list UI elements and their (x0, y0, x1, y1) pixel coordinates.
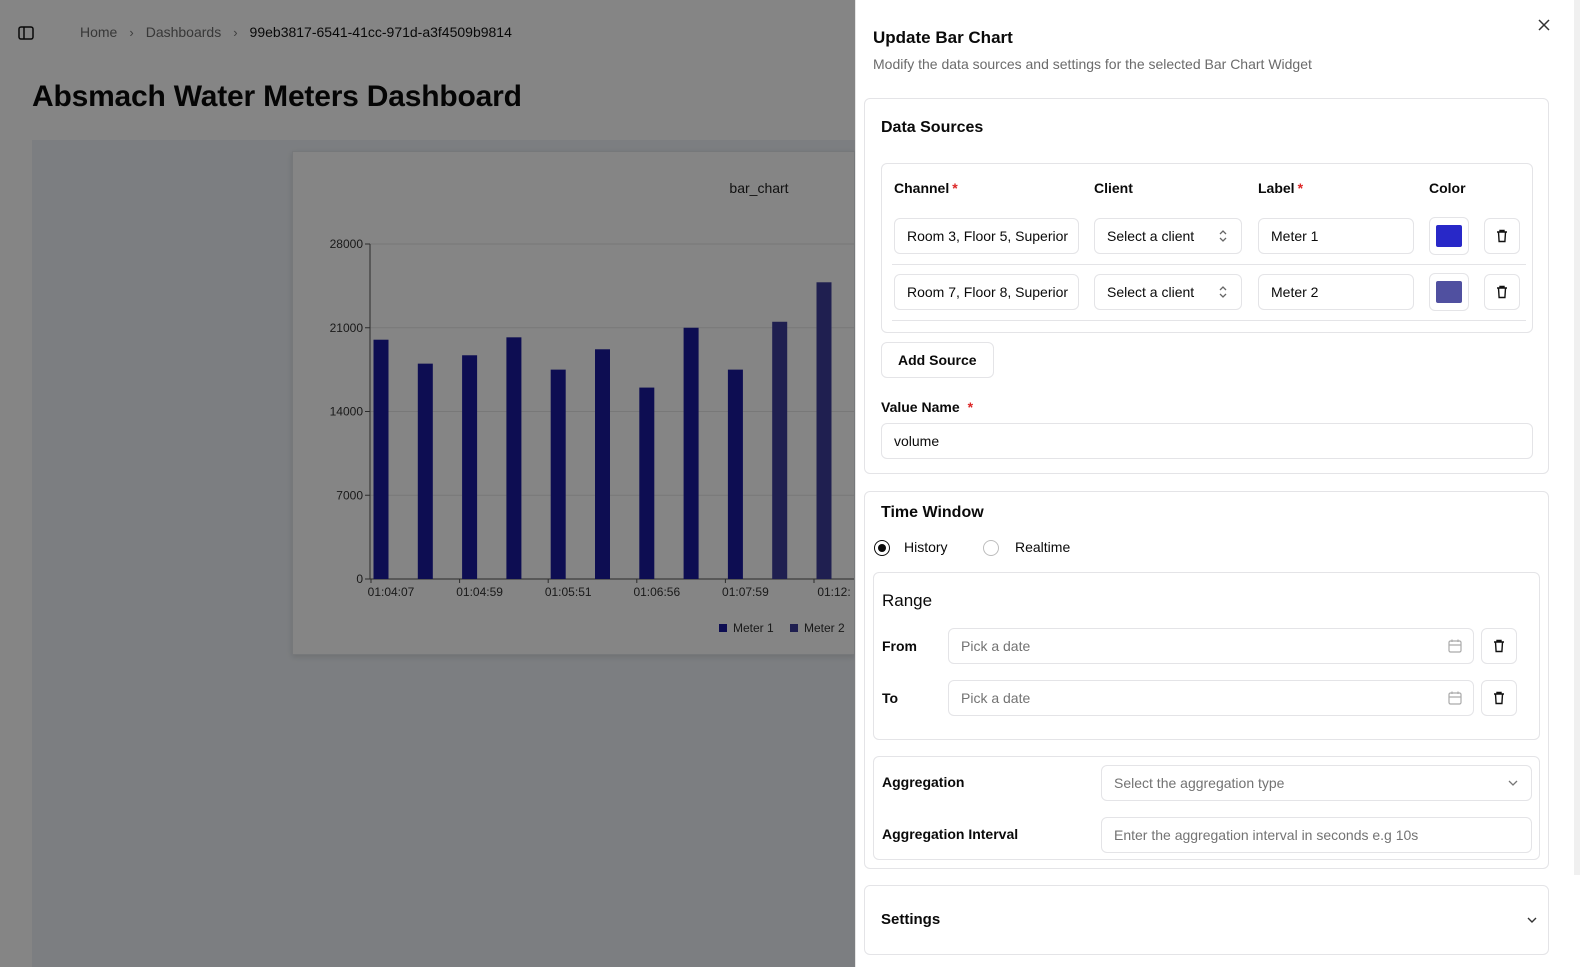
color-header: Color (1429, 180, 1466, 196)
label-header: Label * (1258, 180, 1304, 196)
aggregation-select[interactable]: Select the aggregation type (1101, 765, 1532, 801)
label-input[interactable]: Meter 1 (1258, 218, 1414, 254)
value-name-input[interactable]: volume (881, 423, 1533, 459)
channel-select[interactable]: Room 7, Floor 8, Superior (894, 274, 1079, 310)
history-radio[interactable] (874, 540, 890, 556)
trash-icon (1494, 639, 1504, 653)
data-sources-table: Channel * Client Label * Color Room 3, Flo… (881, 163, 1533, 333)
delete-source-button[interactable] (1484, 218, 1520, 254)
history-label[interactable]: History (904, 539, 948, 555)
clear-to-date-button[interactable] (1481, 680, 1517, 716)
time-window-title: Time Window (881, 504, 984, 521)
row-divider (892, 320, 1526, 321)
chevron-up-down-icon (1219, 286, 1227, 298)
chevron-down-icon (1527, 917, 1537, 923)
update-chart-sheet: Update Bar Chart Modify the data sources… (855, 0, 1583, 967)
channel-select[interactable]: Room 3, Floor 5, Superior (894, 218, 1079, 254)
chevron-down-icon (1508, 780, 1518, 786)
modal-overlay[interactable] (0, 0, 855, 967)
row-divider (892, 264, 1526, 265)
channel-header: Channel * (894, 180, 958, 196)
range-title: Range (882, 591, 933, 610)
trash-icon (1497, 229, 1507, 243)
value-name-label: Value Name * (881, 399, 974, 415)
delete-source-button[interactable] (1484, 274, 1520, 310)
realtime-radio[interactable] (983, 540, 999, 556)
trash-icon (1497, 285, 1507, 299)
aggregation-interval-input[interactable]: Enter the aggregation interval in second… (1101, 817, 1532, 853)
to-label: To (882, 690, 899, 706)
data-sources-title: Data Sources (881, 119, 984, 136)
clear-from-date-button[interactable] (1481, 628, 1517, 664)
aggregation-group: Aggregation Select the aggregation type … (873, 756, 1540, 860)
color-swatch (1436, 225, 1462, 247)
color-picker[interactable] (1429, 273, 1469, 311)
client-header: Client (1094, 180, 1133, 196)
chevron-up-down-icon (1219, 230, 1227, 242)
add-source-button[interactable]: Add Source (881, 342, 994, 378)
close-icon[interactable] (1535, 16, 1553, 34)
color-picker[interactable] (1429, 217, 1469, 255)
calendar-icon (1448, 691, 1462, 705)
color-swatch (1436, 281, 1462, 303)
label-input[interactable]: Meter 2 (1258, 274, 1414, 310)
data-sources-panel: Data Sources Channel * Client Label * Colo… (864, 98, 1549, 474)
from-date-picker[interactable]: Pick a date (948, 628, 1474, 664)
time-window-panel: Time Window History Realtime Range From … (864, 491, 1549, 869)
range-group: Range From Pick a date To Pick a date (873, 572, 1540, 740)
settings-panel[interactable]: Settings (864, 885, 1549, 955)
client-select[interactable]: Select a client (1094, 274, 1242, 310)
settings-title: Settings (881, 911, 941, 928)
realtime-label[interactable]: Realtime (1015, 539, 1070, 555)
sheet-description: Modify the data sources and settings for… (873, 56, 1312, 72)
calendar-icon (1448, 639, 1462, 653)
aggregation-interval-label: Aggregation Interval (882, 826, 1019, 842)
trash-icon (1494, 691, 1504, 705)
client-select[interactable]: Select a client (1094, 218, 1242, 254)
sheet-title: Update Bar Chart (873, 28, 1013, 47)
scrollbar[interactable] (1574, 0, 1580, 875)
aggregation-label: Aggregation (882, 774, 965, 790)
to-date-picker[interactable]: Pick a date (948, 680, 1474, 716)
from-label: From (882, 638, 917, 654)
